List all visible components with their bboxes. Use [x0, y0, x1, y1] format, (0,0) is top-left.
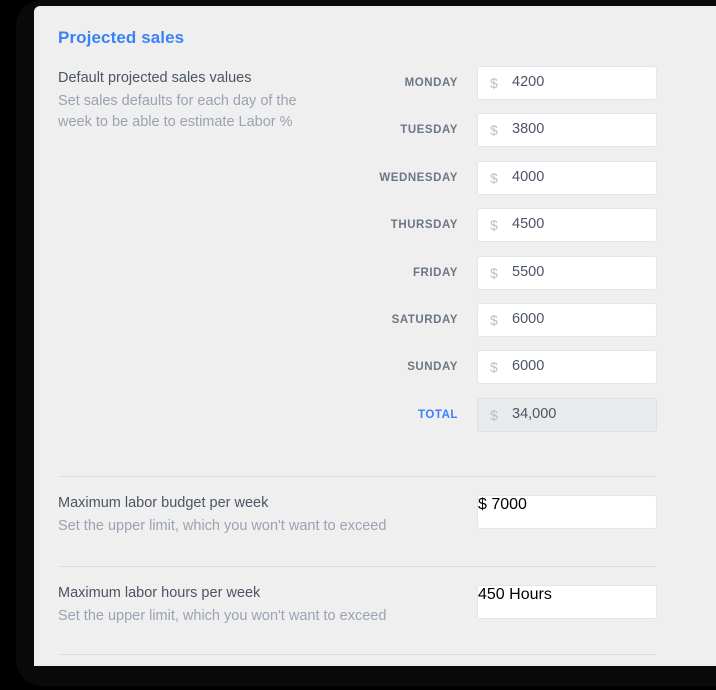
currency-icon: $ — [490, 75, 498, 91]
sales-input-friday[interactable]: $ 5500 — [477, 255, 657, 290]
daily-sales-list: MONDAY $ 4200 TUESDAY $ 3800 WEDNESDAY $… — [34, 64, 716, 443]
currency-icon: $ — [490, 264, 498, 281]
day-label-sunday: SUNDAY — [407, 361, 458, 374]
currency-icon: $ — [490, 406, 498, 423]
sales-total-field: $ 34,000 — [477, 397, 657, 432]
sales-input-sunday[interactable]: $ 6000 — [477, 350, 657, 385]
currency-icon: $ — [490, 169, 498, 186]
day-label-tuesday: TUESDAY — [400, 124, 458, 137]
sales-value-total: 34,000 — [512, 405, 557, 422]
max-labor-budget-subtext: Set the upper limit, which you won't wan… — [58, 518, 387, 534]
currency-icon: $ — [490, 311, 498, 328]
max-labor-hours-subtext: Set the upper limit, which you won't wan… — [58, 608, 387, 624]
sales-value-friday: 5500 — [512, 263, 545, 280]
settings-panel: Projected sales Default projected sales … — [34, 6, 716, 666]
sales-value-monday: 4200 — [512, 74, 545, 90]
currency-icon: $ — [490, 122, 498, 139]
max-labor-budget-description: Maximum labor budget per week Set the up… — [58, 493, 458, 537]
max-labor-budget-row: Maximum labor budget per week Set the up… — [34, 477, 716, 549]
currency-icon: $ — [490, 359, 498, 376]
currency-icon: $ — [490, 217, 498, 234]
sales-value-thursday: 4500 — [512, 216, 545, 233]
day-row-wednesday: WEDNESDAY $ 4000 — [34, 159, 716, 206]
max-labor-budget-input[interactable]: $ 7000 — [477, 495, 657, 529]
sales-input-thursday[interactable]: $ 4500 — [477, 208, 657, 243]
sales-value-saturday: 6000 — [512, 310, 545, 327]
day-label-thursday: THURSDAY — [390, 219, 458, 232]
sales-input-tuesday[interactable]: $ 3800 — [477, 113, 657, 148]
currency-icon: $ — [478, 496, 487, 513]
max-labor-budget-heading: Maximum labor budget per week — [58, 495, 269, 511]
sales-value-tuesday: 3800 — [512, 121, 545, 138]
sales-input-wednesday[interactable]: $ 4000 — [477, 160, 657, 195]
day-row-friday: FRIDAY $ 5500 — [34, 254, 716, 301]
max-labor-hours-description: Maximum labor hours per week Set the upp… — [58, 583, 458, 627]
day-row-thursday: THURSDAY $ 4500 — [34, 206, 716, 253]
day-row-saturday: SATURDAY $ 6000 — [34, 301, 716, 348]
max-labor-hours-value: 450 — [478, 586, 505, 603]
max-labor-hours-input[interactable]: 450 Hours — [477, 585, 657, 619]
sales-input-monday[interactable]: $ 4200 — [477, 66, 657, 100]
day-label-monday: MONDAY — [404, 77, 458, 89]
day-label-saturday: SATURDAY — [391, 313, 458, 326]
day-label-wednesday: WEDNESDAY — [379, 171, 458, 184]
hours-unit-label: Hours — [509, 586, 552, 603]
day-row-monday: MONDAY $ 4200 — [34, 64, 716, 111]
sales-input-saturday[interactable]: $ 6000 — [477, 302, 657, 337]
max-labor-hours-heading: Maximum labor hours per week — [58, 585, 261, 601]
page-title: Projected sales — [58, 28, 185, 47]
day-row-tuesday: TUESDAY $ 3800 — [34, 111, 716, 158]
day-label-friday: FRIDAY — [412, 266, 458, 279]
max-labor-budget-value: 7000 — [491, 496, 527, 513]
day-row-total: TOTAL $ 34,000 — [34, 396, 716, 443]
divider-bottom — [58, 654, 656, 655]
sales-value-wednesday: 4000 — [512, 168, 545, 185]
sales-value-sunday: 6000 — [512, 358, 545, 375]
day-label-total: TOTAL — [417, 408, 458, 421]
day-row-sunday: SUNDAY $ 6000 — [34, 348, 716, 395]
max-labor-hours-row: Maximum labor hours per week Set the upp… — [34, 567, 716, 639]
